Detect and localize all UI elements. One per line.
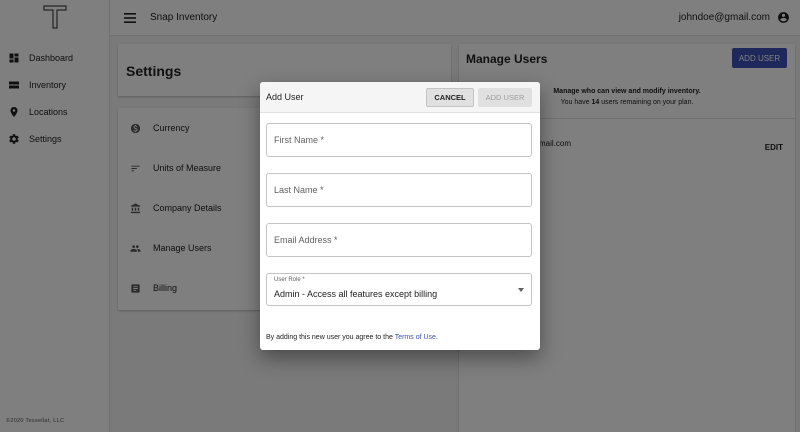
user-role-value: Admin - Access all features except billi…: [274, 289, 438, 299]
last-name-input[interactable]: [267, 174, 531, 206]
dropdown-arrow-icon: [518, 288, 524, 292]
terms-notice: By adding this new user you agree to the…: [266, 334, 438, 341]
add-user-submit-button[interactable]: ADD USER: [478, 88, 532, 107]
user-role-select[interactable]: User Role * Admin - Access all features …: [266, 273, 532, 306]
last-name-field: [266, 173, 532, 207]
terms-of-use-link[interactable]: Terms of Use: [395, 334, 436, 341]
add-user-dialog: Add User CANCEL ADD USER User Role * Adm…: [260, 82, 540, 350]
email-input[interactable]: [267, 224, 531, 256]
dialog-header: Add User CANCEL ADD USER: [260, 82, 540, 113]
email-field: [266, 223, 532, 257]
cancel-button[interactable]: CANCEL: [426, 88, 474, 107]
user-role-label: User Role *: [274, 277, 305, 283]
first-name-input[interactable]: [267, 124, 531, 156]
dialog-title: Add User: [266, 92, 304, 102]
first-name-field: [266, 123, 532, 157]
